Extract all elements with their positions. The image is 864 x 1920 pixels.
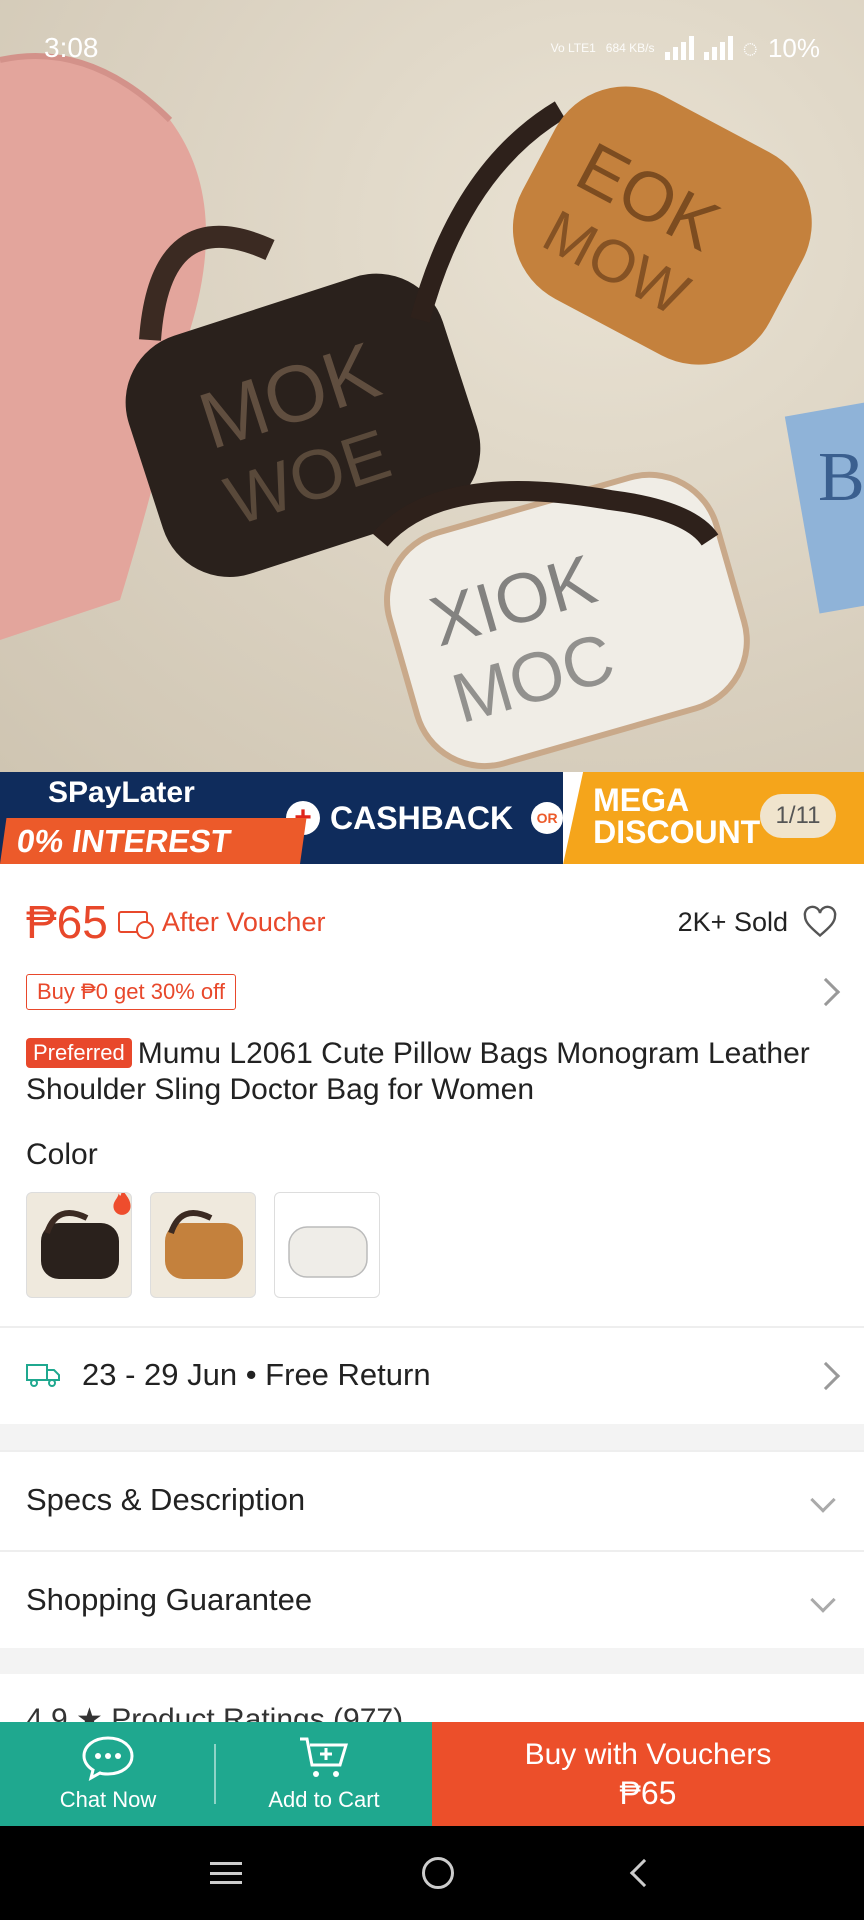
buy-label: Buy with Vouchers <box>524 1738 772 1771</box>
chat-now-label: Chat Now <box>59 1787 157 1812</box>
voucher-icon <box>117 911 154 939</box>
swatch-white-image <box>288 1226 368 1278</box>
section-gap <box>0 1424 864 1450</box>
color-swatches <box>26 1192 380 1298</box>
separator <box>214 1744 216 1804</box>
price: ₱65 <box>26 896 108 948</box>
cashback-label: CASHBACK <box>330 799 514 836</box>
chevron-right-icon[interactable] <box>811 977 841 1007</box>
add-to-cart-label: Add to Cart <box>268 1787 380 1812</box>
system-nav-bar <box>0 1826 864 1920</box>
spaylater-promo-banner[interactable]: SPayLater 0% INTEREST + CASHBACK OR MEGA… <box>0 772 864 864</box>
preferred-badge: Preferred <box>26 1038 132 1068</box>
signal-icon <box>664 36 694 60</box>
interest-label: 0% INTEREST <box>0 818 307 864</box>
cashback-block: + CASHBACK OR <box>280 772 564 864</box>
heart-icon[interactable] <box>802 904 838 940</box>
product-photo: B MOK WOE EOK MOW XIOK MOC <box>0 53 864 770</box>
specs-description-row[interactable]: Specs & Description <box>26 1470 838 1530</box>
product-title-text: Mumu L2061 Cute Pillow Bags Monogram Lea… <box>26 1037 810 1106</box>
chevron-down-icon <box>810 1487 836 1513</box>
divider <box>0 1450 864 1452</box>
bottom-action-bar: Chat Now Add to Cart Buy with Vouchers ₱… <box>0 1722 864 1826</box>
battery-level: 10% <box>767 32 820 63</box>
status-bar: 3:08 Vo LTE1 684 KB/s ◌ 10% <box>0 0 864 96</box>
or-badge: OR <box>531 802 564 834</box>
section-gap <box>0 1648 864 1674</box>
fire-icon <box>113 1193 131 1215</box>
shipping-text: 23 - 29 Jun • Free Return <box>82 1357 431 1392</box>
home-icon[interactable] <box>422 1857 454 1889</box>
recent-apps-icon[interactable] <box>210 1862 242 1884</box>
divider <box>0 1550 864 1552</box>
swatch-white[interactable] <box>274 1192 380 1298</box>
chat-icon <box>82 1736 134 1781</box>
image-counter: 1/11 <box>760 794 836 838</box>
status-icons: Vo LTE1 684 KB/s ◌ 10% <box>551 33 820 64</box>
product-image[interactable]: B MOK WOE EOK MOW XIOK MOC 3:08 Vo LTE1 … <box>0 0 864 772</box>
status-time: 3:08 <box>44 32 99 63</box>
chat-now-button[interactable]: Chat Now <box>0 1722 216 1826</box>
svg-text:B: B <box>818 439 864 516</box>
add-to-cart-button[interactable]: Add to Cart <box>216 1722 432 1826</box>
product-title: Preferred Mumu L2061 Cute Pillow Bags Mon… <box>26 1036 816 1108</box>
shipping-row[interactable]: 23 - 29 Jun • Free Return <box>26 1350 838 1400</box>
product-page: B MOK WOE EOK MOW XIOK MOC 3:08 Vo LTE1 … <box>0 0 864 1920</box>
divider <box>0 1326 864 1328</box>
swatch-black[interactable] <box>26 1192 132 1298</box>
speed-label: 684 KB/s <box>605 41 655 55</box>
swatch-brown-image <box>165 1210 243 1279</box>
cart-icon <box>300 1737 349 1777</box>
spaylater-label: SPayLater <box>48 776 195 809</box>
specs-label: Specs & Description <box>26 1482 306 1517</box>
volte-label: Vo LTE1 <box>550 41 596 55</box>
color-label: Color <box>26 1138 98 1171</box>
price-row: ₱65 After Voucher 2K+ Sold <box>26 892 838 952</box>
buy-with-vouchers-button[interactable]: Buy with Vouchers ₱65 <box>432 1722 864 1826</box>
secondary-actions: Chat Now Add to Cart <box>0 1722 432 1826</box>
truck-icon <box>26 1364 60 1387</box>
battery-icon: ◌ <box>742 32 758 63</box>
shopping-guarantee-row[interactable]: Shopping Guarantee <box>26 1570 838 1630</box>
buy-amount: ₱65 <box>619 1775 677 1811</box>
promo-tag[interactable]: Buy ₱0 get 30% off <box>26 974 236 1010</box>
sold-count: 2K+ Sold <box>677 906 788 937</box>
guarantee-label: Shopping Guarantee <box>26 1582 313 1617</box>
spaylater-block: SPayLater 0% INTEREST <box>0 772 307 864</box>
back-icon[interactable] <box>629 1858 659 1888</box>
after-voucher-label: After Voucher <box>161 906 326 937</box>
chevron-down-icon <box>810 1587 836 1613</box>
signal-icon-2 <box>703 36 733 60</box>
swatch-brown[interactable] <box>150 1192 256 1298</box>
